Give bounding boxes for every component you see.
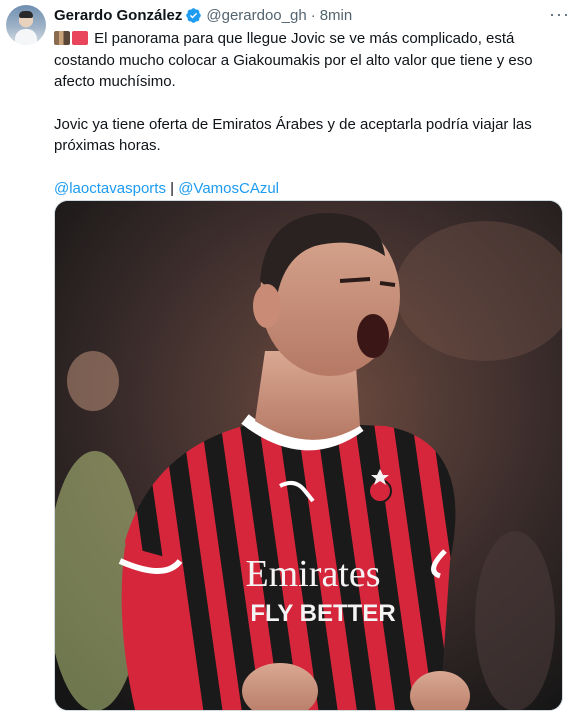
- mention-divider: |: [170, 179, 175, 197]
- tweet-image[interactable]: Emirates FLY BETTER: [54, 200, 563, 711]
- header-separator: ·: [310, 6, 316, 24]
- mentions: @laoctavasports | @VamosCAzul: [54, 178, 569, 200]
- tweet-paragraph-1: El panorama para que llegue Jovic se ve …: [54, 28, 569, 93]
- verified-badge-icon: [185, 7, 202, 24]
- avatar-shirt: [15, 29, 37, 45]
- sponsor-text: Emirates: [245, 553, 380, 595]
- tweet-text: El panorama para que llegue Jovic se ve …: [54, 28, 569, 199]
- mention-link[interactable]: @VamosCAzul: [178, 180, 279, 197]
- more-options-icon[interactable]: ···: [549, 4, 570, 25]
- tweet-line-1: El panorama para que llegue Jovic se ve …: [54, 30, 533, 90]
- avatar-hair: [19, 11, 33, 18]
- timestamp[interactable]: 8min: [320, 7, 353, 24]
- mention-link[interactable]: @laoctavasports: [54, 180, 166, 197]
- author-name[interactable]: Gerardo González: [54, 7, 182, 24]
- tweet-header: Gerardo González @gerardoo_gh · 8min: [54, 6, 352, 24]
- author-handle[interactable]: @gerardoo_gh: [206, 7, 306, 24]
- emoji-icon: [72, 31, 88, 45]
- avatar[interactable]: [6, 5, 46, 45]
- emoji-icon: [54, 31, 70, 45]
- tweet-paragraph-2: Jovic ya tiene oferta de Emiratos Árabes…: [54, 115, 532, 155]
- tweet-card: Gerardo González @gerardoo_gh · 8min ···…: [0, 0, 584, 713]
- sponsor-slogan: FLY BETTER: [250, 600, 395, 627]
- player-photo: Emirates FLY BETTER: [55, 201, 562, 710]
